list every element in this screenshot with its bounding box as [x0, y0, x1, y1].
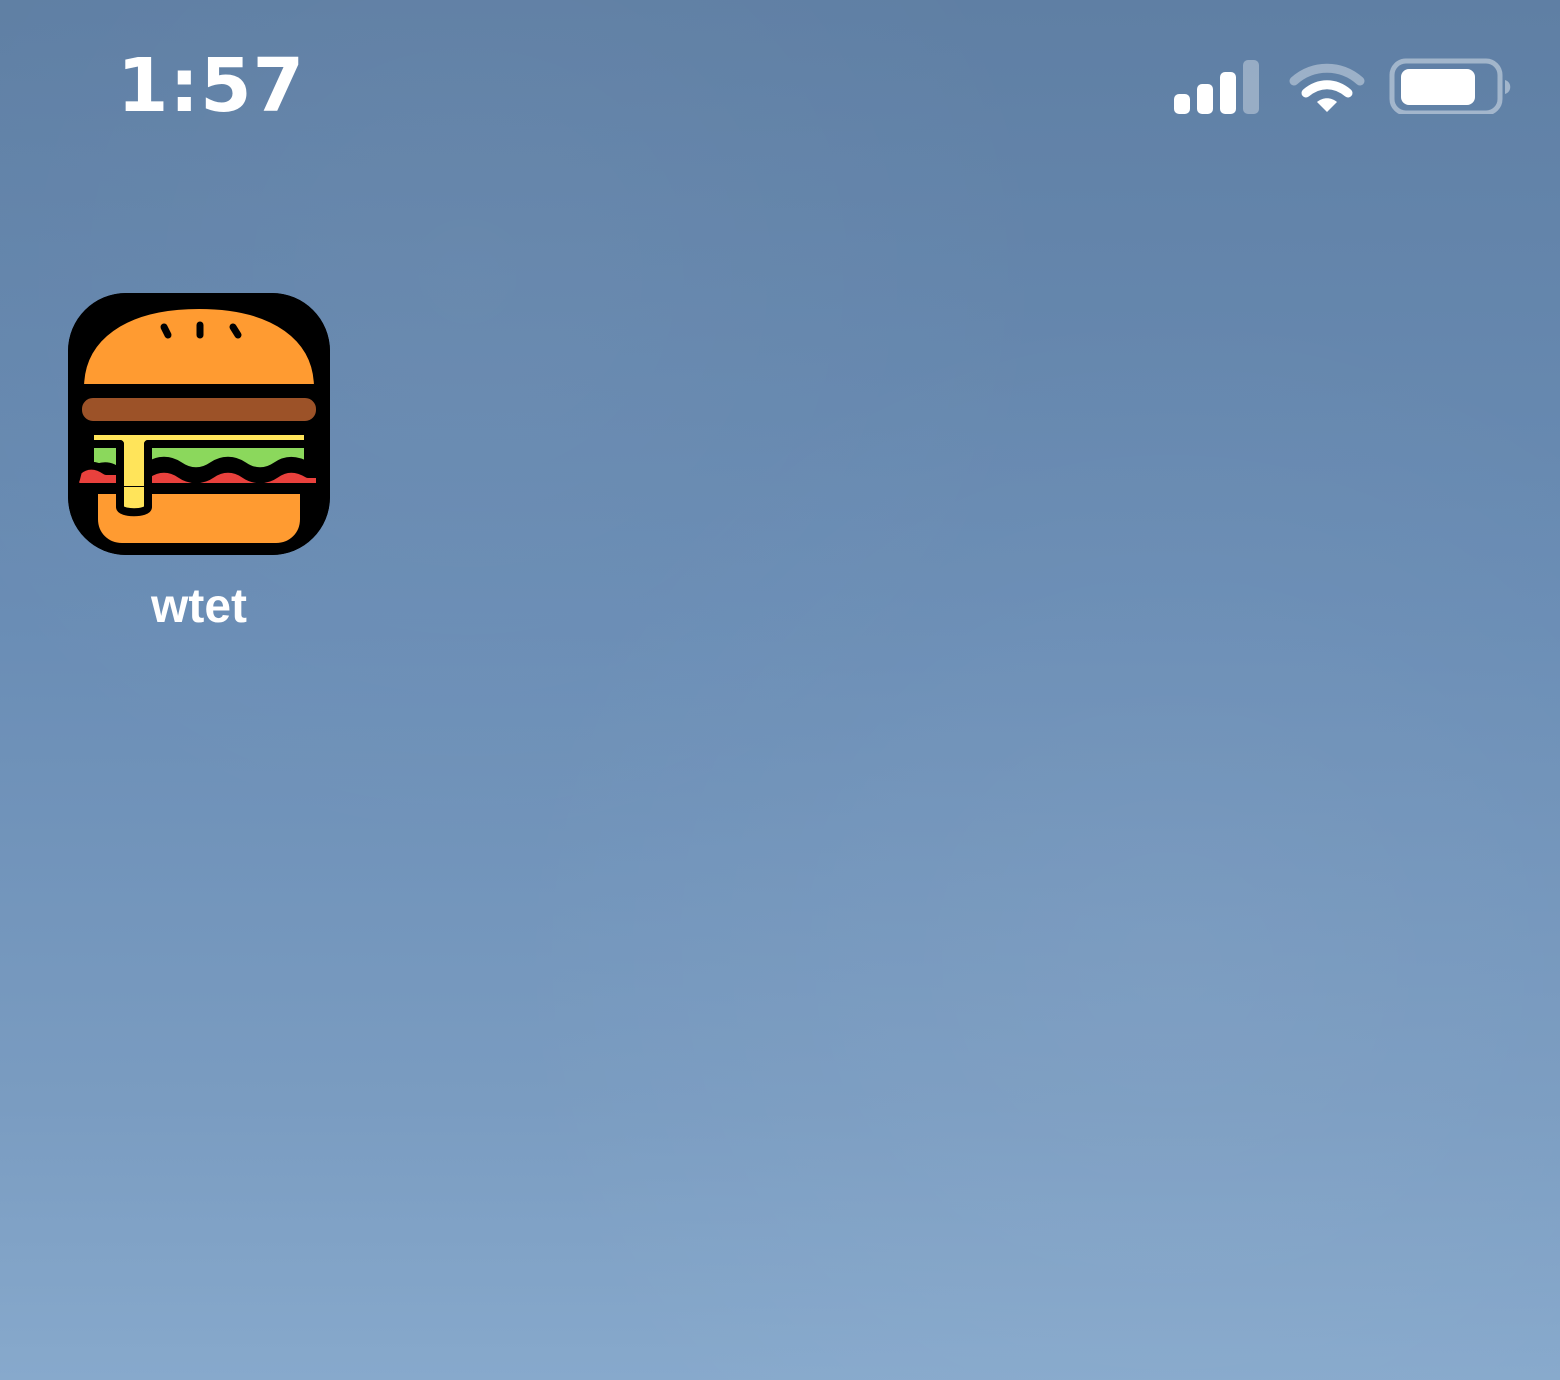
battery-icon — [1389, 58, 1511, 114]
home-screen-wallpaper — [0, 0, 1560, 1380]
app-wtet[interactable]: wtet — [68, 293, 330, 653]
status-bar: 1:57 — [0, 0, 1560, 170]
status-time: 1:57 — [117, 43, 306, 129]
wifi-icon — [1289, 63, 1365, 112]
signal-strength-icon — [1174, 60, 1259, 114]
app-label[interactable]: wtet — [68, 579, 330, 635]
app-icon-container[interactable] — [68, 293, 330, 555]
hamburger-icon[interactable] — [68, 293, 330, 555]
status-icons — [1170, 52, 1515, 122]
